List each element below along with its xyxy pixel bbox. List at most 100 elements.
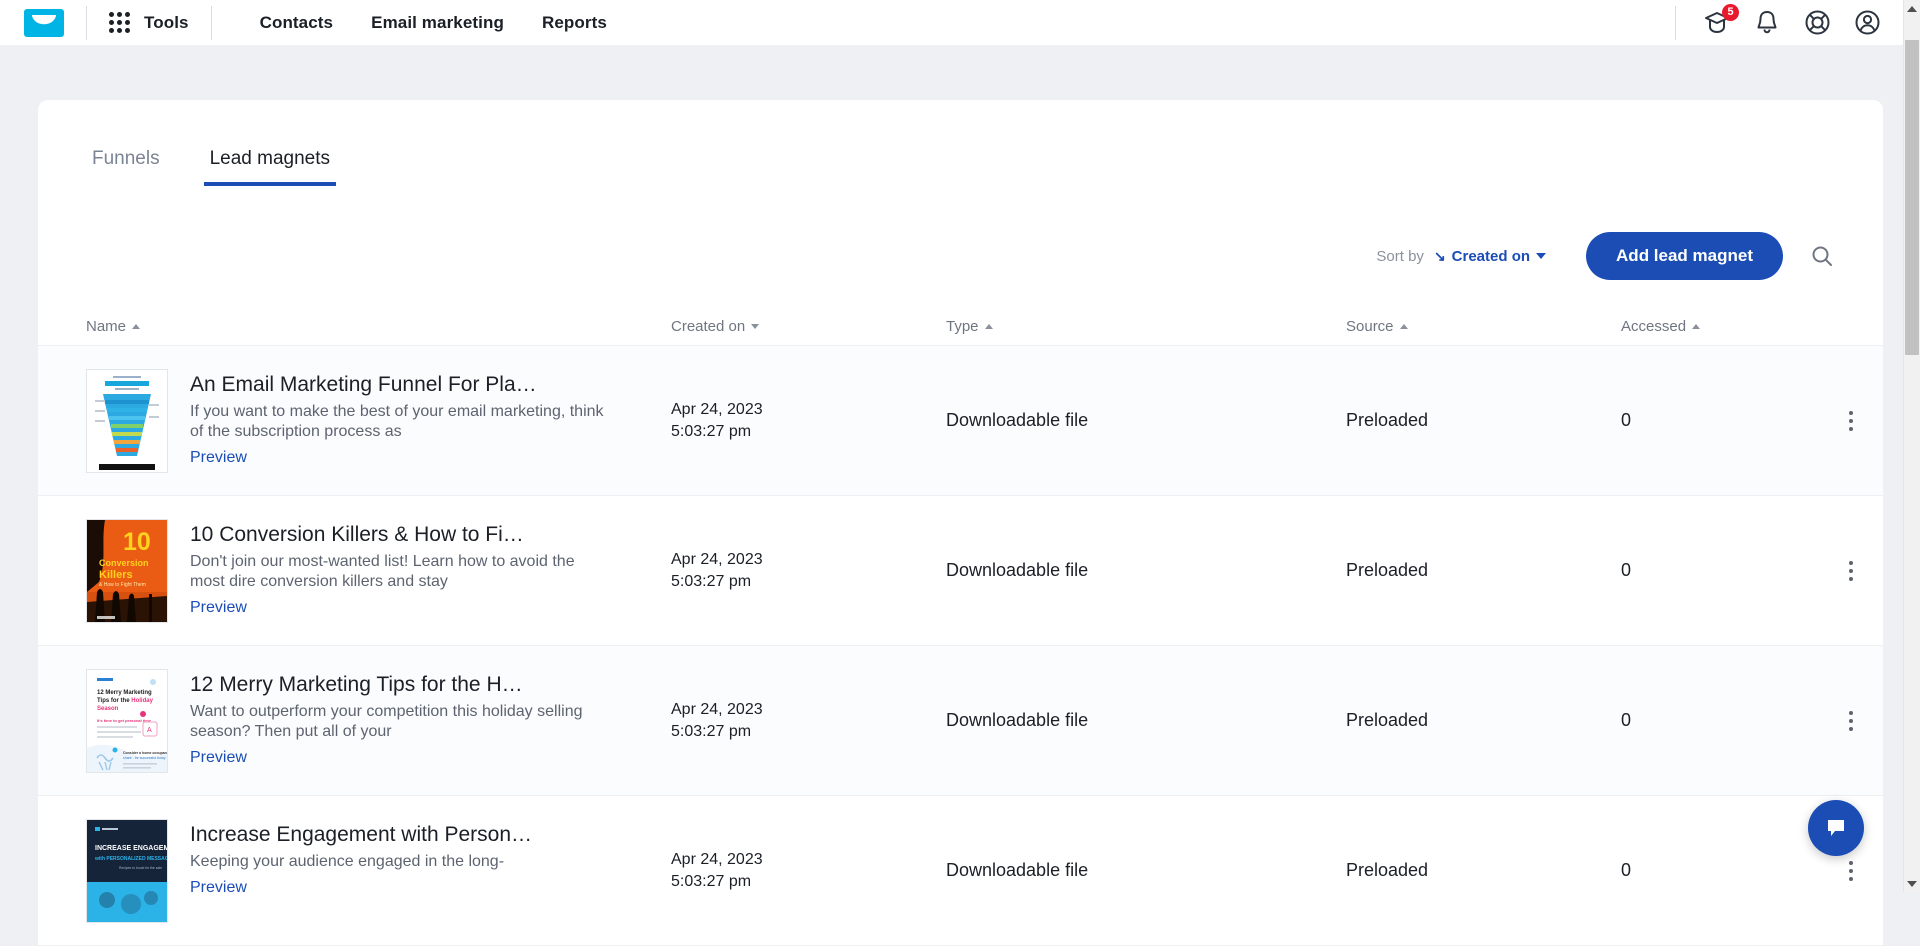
lead-magnet-description: Keeping your audience engaged in the lon… — [190, 852, 610, 872]
sort-desc-icon — [751, 324, 759, 329]
row-name-text: 10 Conversion Killers & How to Fi… Don't… — [190, 519, 650, 618]
row-created-on: Apr 24, 2023 5:03:27 pm — [671, 549, 946, 592]
nav-divider-2 — [211, 6, 212, 40]
row-kebab-menu-icon[interactable] — [1843, 405, 1859, 437]
table-row[interactable]: An Email Marketing Funnel For Pla… If yo… — [38, 346, 1883, 496]
table-row[interactable]: 10 Conversion Killers & How to Fight The… — [38, 496, 1883, 646]
search-icon[interactable] — [1809, 243, 1835, 269]
page-scrollbar[interactable] — [1903, 0, 1920, 892]
svg-text:12 Merry Marketing: 12 Merry Marketing — [97, 690, 152, 696]
tab-lead-magnets[interactable]: Lead magnets — [204, 148, 336, 186]
scrollbar-thumb[interactable] — [1905, 40, 1919, 355]
preview-link[interactable]: Preview — [190, 449, 247, 467]
bell-icon[interactable] — [1754, 9, 1782, 37]
row-created-on: Apr 24, 2023 5:03:27 pm — [671, 699, 946, 742]
row-accessed: 0 — [1621, 710, 1821, 731]
tab-funnels[interactable]: Funnels — [86, 148, 166, 186]
preview-link[interactable]: Preview — [190, 879, 247, 897]
table-row[interactable]: 12 Merry Marketing Tips for the Holiday … — [38, 646, 1883, 796]
row-actions-cell — [1821, 405, 1881, 437]
chevron-down-icon — [1536, 253, 1546, 259]
column-label-type: Type — [946, 318, 979, 335]
created-date: Apr 24, 2023 — [671, 399, 946, 421]
column-header-name[interactable]: Name — [86, 318, 671, 335]
grid-apps-icon — [109, 12, 130, 33]
scrollbar-down-arrow-icon[interactable] — [1904, 875, 1920, 892]
lead-magnet-title[interactable]: 12 Merry Marketing Tips for the H… — [190, 673, 610, 697]
sort-by-label: Sort by — [1376, 248, 1424, 265]
row-accessed: 0 — [1621, 860, 1821, 881]
nav-link-reports[interactable]: Reports — [542, 13, 607, 33]
graduation-badge-count: 5 — [1722, 4, 1739, 21]
list-toolbar: Sort by ↘ Created on Add lead magnet — [38, 186, 1883, 280]
row-name-cell: 12 Merry Marketing Tips for the Holiday … — [86, 669, 671, 773]
row-kebab-menu-icon[interactable] — [1843, 705, 1859, 737]
graduation-cap-icon[interactable]: 5 — [1704, 9, 1732, 37]
conversion-killers-cover[interactable]: 10 Conversion Killers & How to Fight The… — [86, 519, 168, 623]
svg-text:Tips for the Holiday: Tips for the Holiday — [97, 698, 154, 704]
getresponse-envelope-logo[interactable] — [24, 9, 64, 37]
row-source: Preloaded — [1346, 410, 1621, 431]
svg-text:A: A — [147, 727, 152, 734]
svg-text:share - be successful today: share - be successful today — [123, 756, 166, 760]
scrollbar-up-arrow-icon[interactable] — [1904, 0, 1920, 17]
preview-link[interactable]: Preview — [190, 599, 247, 617]
row-name-cell: 10 Conversion Killers & How to Fight The… — [86, 519, 671, 623]
lead-magnet-title[interactable]: Increase Engagement with Person… — [190, 823, 610, 847]
svg-text:& How to Fight Them: & How to Fight Them — [99, 582, 146, 588]
column-label-created-on: Created on — [671, 318, 745, 335]
top-navigation-bar: Tools Contacts Email marketing Reports 5 — [0, 0, 1920, 45]
row-type: Downloadable file — [946, 710, 1346, 731]
column-label-source: Source — [1346, 318, 1394, 335]
account-avatar-icon[interactable] — [1854, 9, 1882, 37]
lead-magnets-card: Funnels Lead magnets Sort by ↘ Created o… — [38, 100, 1883, 946]
created-time: 5:03:27 pm — [671, 871, 946, 893]
lead-magnet-title[interactable]: An Email Marketing Funnel For Pla… — [190, 373, 610, 397]
nav-link-email-marketing[interactable]: Email marketing — [371, 13, 504, 33]
lead-magnet-description: Don't join our most-wanted list! Learn h… — [190, 552, 610, 593]
svg-text:Recipes to boost for the sale: Recipes to boost for the sale — [119, 866, 162, 870]
preview-link[interactable]: Preview — [190, 749, 247, 767]
svg-text:INCREASE ENGAGEMENT: INCREASE ENGAGEMENT — [95, 845, 167, 852]
svg-text:Killers: Killers — [99, 569, 133, 581]
column-header-created-on[interactable]: Created on — [671, 318, 946, 335]
sort-by-value: Created on — [1452, 248, 1530, 265]
row-created-on: Apr 24, 2023 5:03:27 pm — [671, 399, 946, 442]
nav-divider — [86, 6, 87, 40]
table-row[interactable]: INCREASE ENGAGEMENT with PERSONALIZED ME… — [38, 796, 1883, 946]
row-kebab-menu-icon[interactable] — [1843, 555, 1859, 587]
column-header-accessed[interactable]: Accessed — [1621, 318, 1821, 335]
add-lead-magnet-button[interactable]: Add lead magnet — [1586, 232, 1783, 280]
row-kebab-menu-icon[interactable] — [1843, 855, 1859, 887]
nav-link-contacts[interactable]: Contacts — [260, 13, 334, 33]
row-accessed: 0 — [1621, 410, 1821, 431]
svg-text:Season: Season — [97, 706, 119, 712]
row-accessed: 0 — [1621, 560, 1821, 581]
lead-magnet-title[interactable]: 10 Conversion Killers & How to Fi… — [190, 523, 610, 547]
row-source: Preloaded — [1346, 860, 1621, 881]
column-header-type[interactable]: Type — [946, 318, 1346, 335]
column-header-source[interactable]: Source — [1346, 318, 1621, 335]
sort-asc-icon-type — [985, 324, 993, 329]
row-type: Downloadable file — [946, 560, 1346, 581]
column-label-name: Name — [86, 318, 126, 335]
chat-bubble-button[interactable] — [1808, 800, 1864, 856]
row-source: Preloaded — [1346, 560, 1621, 581]
lead-magnet-description: If you want to make the best of your ema… — [190, 402, 610, 443]
increase-engagement-cover[interactable]: INCREASE ENGAGEMENT with PERSONALIZED ME… — [86, 819, 168, 923]
table-header-row: Name Created on Type Source Accessed — [38, 308, 1883, 346]
sort-by-dropdown[interactable]: ↘ Created on — [1434, 248, 1546, 265]
svg-text:with PERSONALIZED MESSAGES: with PERSONALIZED MESSAGES — [94, 856, 167, 862]
chat-bubble-icon — [1824, 816, 1848, 840]
sort-asc-icon-accessed — [1692, 324, 1700, 329]
merry-marketing-tips-cover[interactable]: 12 Merry Marketing Tips for the Holiday … — [86, 669, 168, 773]
lead-magnets-table: Name Created on Type Source Accessed — [38, 308, 1883, 946]
row-name-text: An Email Marketing Funnel For Pla… If yo… — [190, 369, 650, 468]
row-name-cell: INCREASE ENGAGEMENT with PERSONALIZED ME… — [86, 819, 671, 923]
life-ring-help-icon[interactable] — [1804, 9, 1832, 37]
view-tabs: Funnels Lead magnets — [38, 100, 1883, 186]
row-name-text: 12 Merry Marketing Tips for the H… Want … — [190, 669, 650, 768]
email-marketing-funnel-cover[interactable] — [86, 369, 168, 473]
tools-menu-button[interactable]: Tools — [109, 12, 189, 33]
row-actions-cell — [1821, 705, 1881, 737]
